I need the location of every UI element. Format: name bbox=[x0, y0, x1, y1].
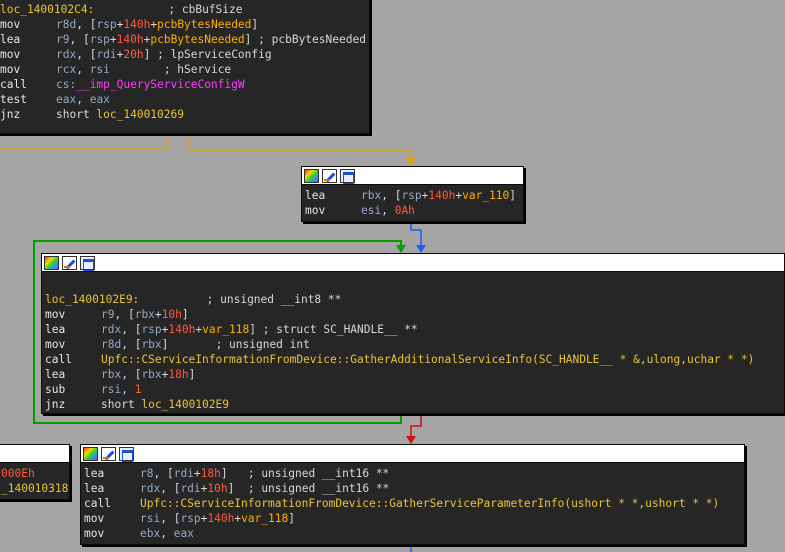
asm-line[interactable]: mov esi, 0Ah bbox=[305, 203, 523, 218]
asm-line[interactable]: mov ebx, eax bbox=[84, 526, 744, 541]
color-palette-icon[interactable] bbox=[304, 168, 319, 183]
asm-line[interactable]: mov rsi, [rsp+140h+var_118] bbox=[84, 511, 744, 526]
asm-line[interactable]: mov r9, [rbx+10h] bbox=[45, 307, 784, 322]
asm-line[interactable]: mov r8d, [rbx] ; unsigned int bbox=[45, 337, 784, 352]
location-label[interactable]: loc_1400102C4: bbox=[0, 3, 94, 16]
graph-node-gather-additional[interactable]: loc_1400102E9: ; unsigned __int8 ** mov r… bbox=[41, 253, 785, 414]
edge-red-node3-node5 bbox=[410, 414, 422, 438]
graph-node-init-loop[interactable]: lea rbx, [rsp+140h+var_110] mov esi, 0Ah bbox=[301, 166, 524, 222]
graph-node-partial-left[interactable]: 000Eh _140010318 bbox=[0, 444, 70, 500]
edge-yellow-left bbox=[0, 134, 169, 149]
asm-line[interactable]: lea rbx, [rbx+18h] bbox=[45, 367, 784, 382]
asm-line[interactable]: test eax, eax bbox=[0, 92, 369, 107]
edge-blue-node2-node3 bbox=[410, 222, 422, 247]
asm-line[interactable]: lea r8, [rdi+18h] ; unsigned __int16 ** bbox=[84, 466, 744, 481]
edge-red-arrow bbox=[406, 436, 416, 444]
edge-yellow-to-node2 bbox=[187, 134, 412, 160]
asm-line[interactable]: loc_1400102C4: ; cbBufSize bbox=[0, 2, 369, 17]
edge-green-arrow bbox=[396, 245, 406, 253]
graph-overview-icon[interactable] bbox=[340, 168, 355, 184]
asm-line[interactable]: mov rdx, [rdi+20h] ; lpServiceConfig bbox=[0, 47, 369, 62]
graph-overview-icon[interactable] bbox=[80, 255, 95, 271]
asm-line[interactable]: _140010318 bbox=[1, 481, 69, 496]
asm-line[interactable]: lea rdx, [rsp+140h+var_118] ; struct SC_H… bbox=[45, 322, 784, 337]
asm-line[interactable]: jnz short loc_1400102E9 bbox=[45, 397, 784, 412]
edge-blue-arrow bbox=[416, 245, 426, 253]
graph-overview-icon[interactable] bbox=[119, 446, 134, 462]
node-toolbar bbox=[302, 167, 523, 185]
asm-line[interactable]: jnz short loc_140010269 bbox=[0, 107, 369, 122]
location-label[interactable]: loc_1400102E9: bbox=[45, 293, 139, 306]
asm-line[interactable]: 000Eh bbox=[1, 466, 69, 481]
node-toolbar bbox=[81, 445, 744, 463]
color-palette-icon[interactable] bbox=[83, 446, 98, 461]
rename-pencil-icon[interactable] bbox=[322, 168, 337, 183]
asm-line[interactable]: loc_1400102E9: ; unsigned __int8 ** bbox=[45, 292, 784, 307]
node-toolbar bbox=[0, 445, 69, 463]
graph-node-gather-parameters[interactable]: lea r8, [rdi+18h] ; unsigned __int16 ** l… bbox=[80, 444, 745, 545]
asm-line[interactable]: lea r9, [rsp+140h+pcbBytesNeeded] ; pcbBy… bbox=[0, 32, 369, 47]
edge-yellow-arrow bbox=[406, 158, 416, 166]
asm-line[interactable]: call cs:__imp_QueryServiceConfigW bbox=[0, 77, 369, 92]
asm-line[interactable]: lea rdx, [rdi+10h] ; unsigned __int16 ** bbox=[84, 481, 744, 496]
rename-pencil-icon[interactable] bbox=[62, 255, 77, 270]
asm-line[interactable]: call Upfc::CServiceInformationFromDevice:… bbox=[45, 352, 784, 367]
asm-line[interactable]: call Upfc::CServiceInformationFromDevice:… bbox=[84, 496, 744, 511]
node-toolbar bbox=[42, 254, 784, 272]
rename-pencil-icon[interactable] bbox=[101, 446, 116, 461]
graph-node-querysvcconfig[interactable]: loc_1400102C4: ; cbBufSize mov r8d, [rsp+… bbox=[0, 0, 370, 134]
asm-line[interactable]: sub rsi, 1 bbox=[45, 382, 784, 397]
asm-line[interactable]: mov r8d, [rsp+140h+pcbBytesNeeded] bbox=[0, 17, 369, 32]
asm-line[interactable]: lea rbx, [rsp+140h+var_110] bbox=[305, 188, 523, 203]
asm-line[interactable]: mov rcx, rsi ; hService bbox=[0, 62, 369, 77]
color-palette-icon[interactable] bbox=[44, 255, 59, 270]
